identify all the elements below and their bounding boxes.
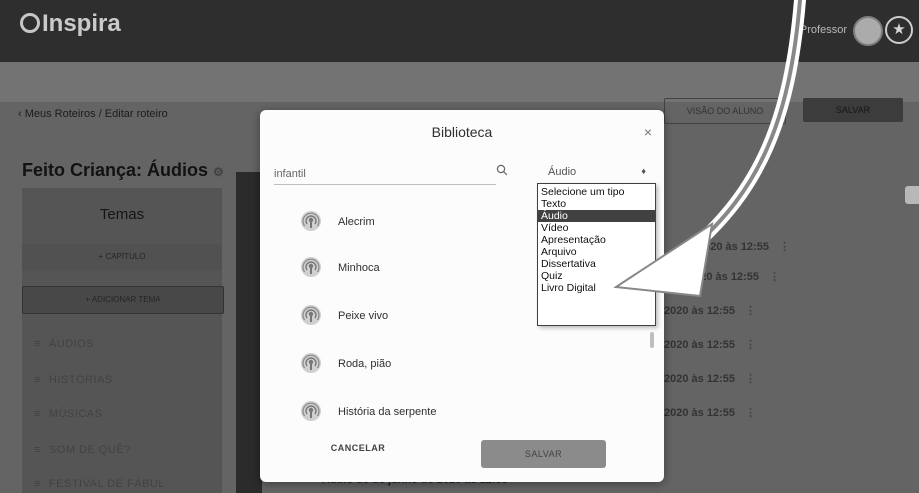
save-button[interactable]: SALVAR [481,440,606,468]
chevron-down-icon: ♦ [641,166,646,176]
type-option[interactable]: Texto [538,198,655,210]
podcast-icon [300,400,322,422]
list-item-label: Roda, pião [338,358,392,370]
type-option-selected[interactable]: Áudio [538,210,655,222]
modal-title: Biblioteca [431,124,493,140]
list-item-label: Minhoca [338,262,380,274]
list-item-label: Alecrim [338,216,375,228]
type-select[interactable]: Áudio ♦ [544,162,652,184]
podcast-icon [300,352,322,374]
podcast-icon [300,256,322,278]
close-icon[interactable]: × [644,124,652,140]
type-option[interactable]: Apresentação [538,234,655,246]
podcast-icon [300,210,322,232]
list-item-label: Peixe vivo [338,310,389,322]
search-icon[interactable] [496,164,508,179]
list-item[interactable]: História da serpente [300,398,600,428]
type-option[interactable]: Arquivo [538,246,655,258]
scrollbar[interactable] [650,332,654,348]
type-select-value: Áudio [548,166,577,178]
type-option[interactable]: Selecione um tipo [538,186,655,198]
type-option[interactable]: Quiz [538,270,655,282]
type-option[interactable]: Vídeo [538,222,655,234]
type-options-list: Selecione um tipo Texto Áudio Vídeo Apre… [537,183,656,326]
type-option[interactable]: Dissertativa [538,258,655,270]
cancel-button[interactable]: CANCELAR [296,434,420,462]
search-input[interactable] [274,164,496,185]
podcast-icon [300,304,322,326]
type-option[interactable]: Livro Digital [538,282,655,294]
list-item[interactable]: Roda, pião [300,350,600,380]
list-item-label: História da serpente [338,406,437,418]
